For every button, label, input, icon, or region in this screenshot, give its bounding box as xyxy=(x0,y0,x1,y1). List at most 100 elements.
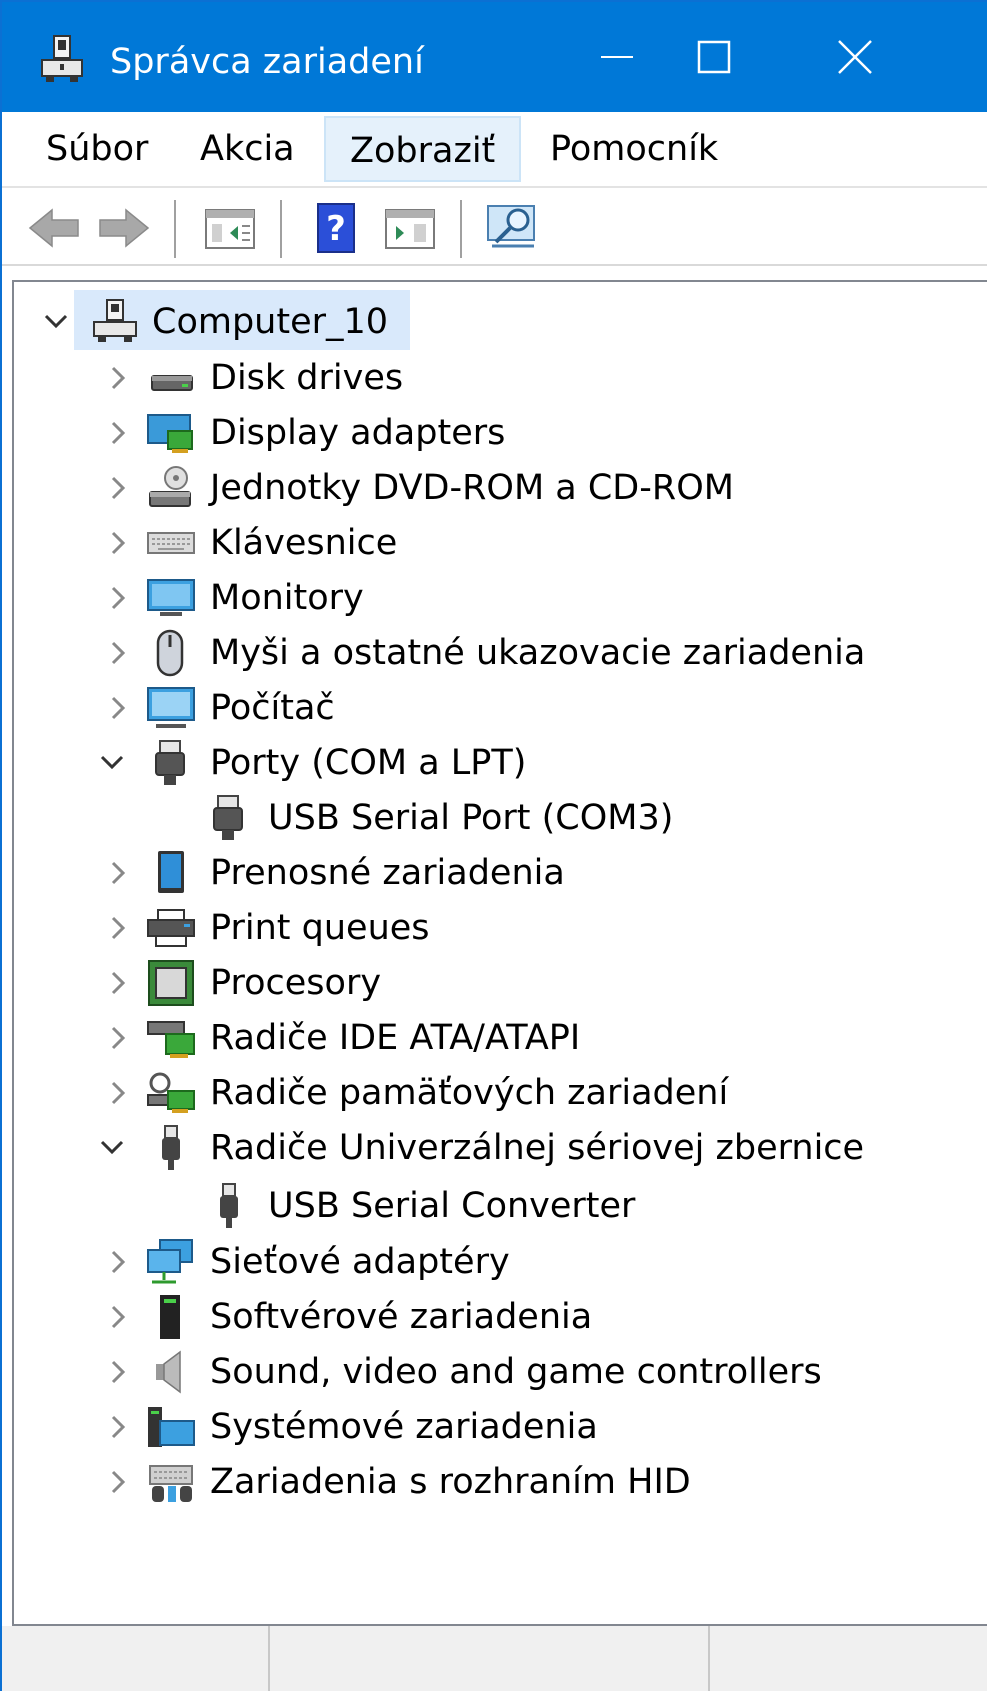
tree-item-label: Print queues xyxy=(210,908,430,948)
tree-item-ports[interactable]: Porty (COM a LPT) xyxy=(2,735,972,791)
tree-item-hid-devices[interactable]: Zariadenia s rozhraním HID xyxy=(2,1454,972,1510)
close-button[interactable] xyxy=(780,2,930,112)
chevron-right-icon[interactable] xyxy=(98,963,138,1003)
tree-item-label: Radiče IDE ATA/ATAPI xyxy=(210,1018,581,1058)
chevron-right-icon[interactable] xyxy=(98,1242,138,1282)
scan-hardware-icon[interactable] xyxy=(486,200,542,256)
help-icon[interactable]: ? xyxy=(308,200,364,256)
tree-item-print-queues[interactable]: Print queues xyxy=(2,900,972,956)
tree-item-label: USB Serial Port (COM3) xyxy=(268,798,674,838)
tree-item-label: Disk drives xyxy=(210,358,404,398)
toolbar: ? xyxy=(2,186,987,266)
portable-device-icon xyxy=(158,851,184,893)
tree-item-display-adapters[interactable]: Display adapters xyxy=(2,405,972,461)
processor-icon xyxy=(148,960,194,1006)
toolbar-separator xyxy=(174,200,178,258)
console-tree-icon[interactable] xyxy=(202,200,258,256)
chevron-down-icon[interactable] xyxy=(36,302,76,342)
port-icon xyxy=(213,795,243,840)
chevron-down-icon[interactable] xyxy=(92,743,132,783)
printer-icon xyxy=(147,909,195,947)
tree-item-usb-controllers[interactable]: Radiče Univerzálnej sériovej zbernice xyxy=(2,1120,972,1176)
hid-icon xyxy=(149,1465,193,1502)
status-cell-3 xyxy=(710,1626,987,1691)
menu-help[interactable]: Pomocník xyxy=(526,116,742,182)
pc-icon xyxy=(147,687,195,728)
chevron-down-icon[interactable] xyxy=(92,1128,132,1168)
network-adapter-icon xyxy=(147,1239,193,1284)
chevron-right-icon[interactable] xyxy=(98,1462,138,1502)
arrow-left-icon[interactable] xyxy=(26,200,82,256)
chevron-right-icon[interactable] xyxy=(98,468,138,508)
chevron-right-icon[interactable] xyxy=(98,358,138,398)
tree-item-monitors[interactable]: Monitory xyxy=(2,570,972,626)
action-pane-icon[interactable] xyxy=(382,200,438,256)
minimize-icon xyxy=(601,56,633,58)
monitor-icon xyxy=(147,579,195,616)
chevron-right-icon[interactable] xyxy=(98,1073,138,1113)
svg-text:?: ? xyxy=(326,209,346,249)
toolbar-separator xyxy=(460,200,464,258)
speaker-icon xyxy=(156,1350,181,1394)
status-cell-1 xyxy=(2,1626,270,1691)
chevron-right-icon[interactable] xyxy=(98,908,138,948)
tree-item-sound-controllers[interactable]: Sound, video and game controllers xyxy=(2,1344,972,1400)
chevron-right-icon[interactable] xyxy=(98,853,138,893)
tree-item-portable-devices[interactable]: Prenosné zariadenia xyxy=(2,845,972,901)
tree-item-ide-controllers[interactable]: Radiče IDE ATA/ATAPI xyxy=(2,1010,972,1066)
status-cell-2 xyxy=(270,1626,710,1691)
storage-controller-icon xyxy=(147,1072,195,1113)
port-icon xyxy=(155,740,185,785)
chevron-right-icon[interactable] xyxy=(98,523,138,563)
maximize-icon xyxy=(697,40,731,74)
tree-item-label: Klávesnice xyxy=(210,523,398,563)
tree-item-label: Radiče Univerzálnej sériovej zbernice xyxy=(210,1128,865,1168)
tree-item-label: Sound, video and game controllers xyxy=(210,1352,822,1392)
software-device-icon xyxy=(160,1295,180,1339)
chevron-right-icon[interactable] xyxy=(98,1297,138,1337)
menu-file[interactable]: Súbor xyxy=(22,116,172,182)
title-bar[interactable]: Správca zariadení xyxy=(2,2,987,112)
tree-item-label: Display adapters xyxy=(210,413,506,453)
tree-item-label: Softvérové zariadenia xyxy=(210,1297,593,1337)
tree-item-dvd-drives[interactable]: Jednotky DVD-ROM a CD-ROM xyxy=(2,460,972,516)
menu-action[interactable]: Akcia xyxy=(176,116,319,182)
display-adapter-icon xyxy=(147,414,193,453)
tree-item-network-adapters[interactable]: Sieťové adaptéry xyxy=(2,1234,972,1290)
tree-item-mice[interactable]: Myši a ostatné ukazovacie zariadenia xyxy=(2,625,972,681)
status-bar xyxy=(2,1626,987,1691)
tree-root[interactable]: Computer_10 xyxy=(2,294,972,350)
tree-item-label: Počítač xyxy=(210,688,335,728)
system-device-icon xyxy=(148,1407,195,1447)
tree-item-label: Jednotky DVD-ROM a CD-ROM xyxy=(210,468,734,508)
chevron-right-icon[interactable] xyxy=(98,633,138,673)
tree-item-computer[interactable]: Počítač xyxy=(2,680,972,736)
tree-item-label: Myši a ostatné ukazovacie zariadenia xyxy=(210,633,866,673)
chevron-right-icon[interactable] xyxy=(98,578,138,618)
tree-item-keyboards[interactable]: Klávesnice xyxy=(2,515,972,571)
tree-item-label: Porty (COM a LPT) xyxy=(210,743,527,783)
device-manager-icon xyxy=(41,35,83,82)
chevron-right-icon[interactable] xyxy=(98,1018,138,1058)
tree-item-label: Radiče pamäťových zariadení xyxy=(210,1073,729,1113)
maximize-button[interactable] xyxy=(639,2,789,112)
tree-child-usb-serial-port[interactable]: USB Serial Port (COM3) xyxy=(2,790,972,846)
chevron-right-icon[interactable] xyxy=(98,1407,138,1447)
disk-drive-icon xyxy=(151,375,193,391)
tree-item-processors[interactable]: Procesory xyxy=(2,955,972,1011)
tree-item-software-devices[interactable]: Softvérové zariadenia xyxy=(2,1289,972,1345)
chevron-right-icon[interactable] xyxy=(98,413,138,453)
tree-item-system-devices[interactable]: Systémové zariadenia xyxy=(2,1399,972,1455)
tree-child-usb-serial-converter[interactable]: USB Serial Converter xyxy=(2,1178,972,1234)
usb-icon xyxy=(162,1125,180,1170)
computer-icon xyxy=(93,299,137,342)
arrow-right-icon[interactable] xyxy=(96,200,152,256)
tree-item-disk-drives[interactable]: Disk drives xyxy=(2,350,972,406)
tree-item-label: Systémové zariadenia xyxy=(210,1407,598,1447)
tree-item-storage-controllers[interactable]: Radiče pamäťových zariadení xyxy=(2,1065,972,1121)
chevron-right-icon[interactable] xyxy=(98,688,138,728)
close-icon xyxy=(838,40,872,74)
tree-item-label: Monitory xyxy=(210,578,364,618)
menu-view[interactable]: Zobraziť xyxy=(324,116,522,182)
chevron-right-icon[interactable] xyxy=(98,1352,138,1392)
